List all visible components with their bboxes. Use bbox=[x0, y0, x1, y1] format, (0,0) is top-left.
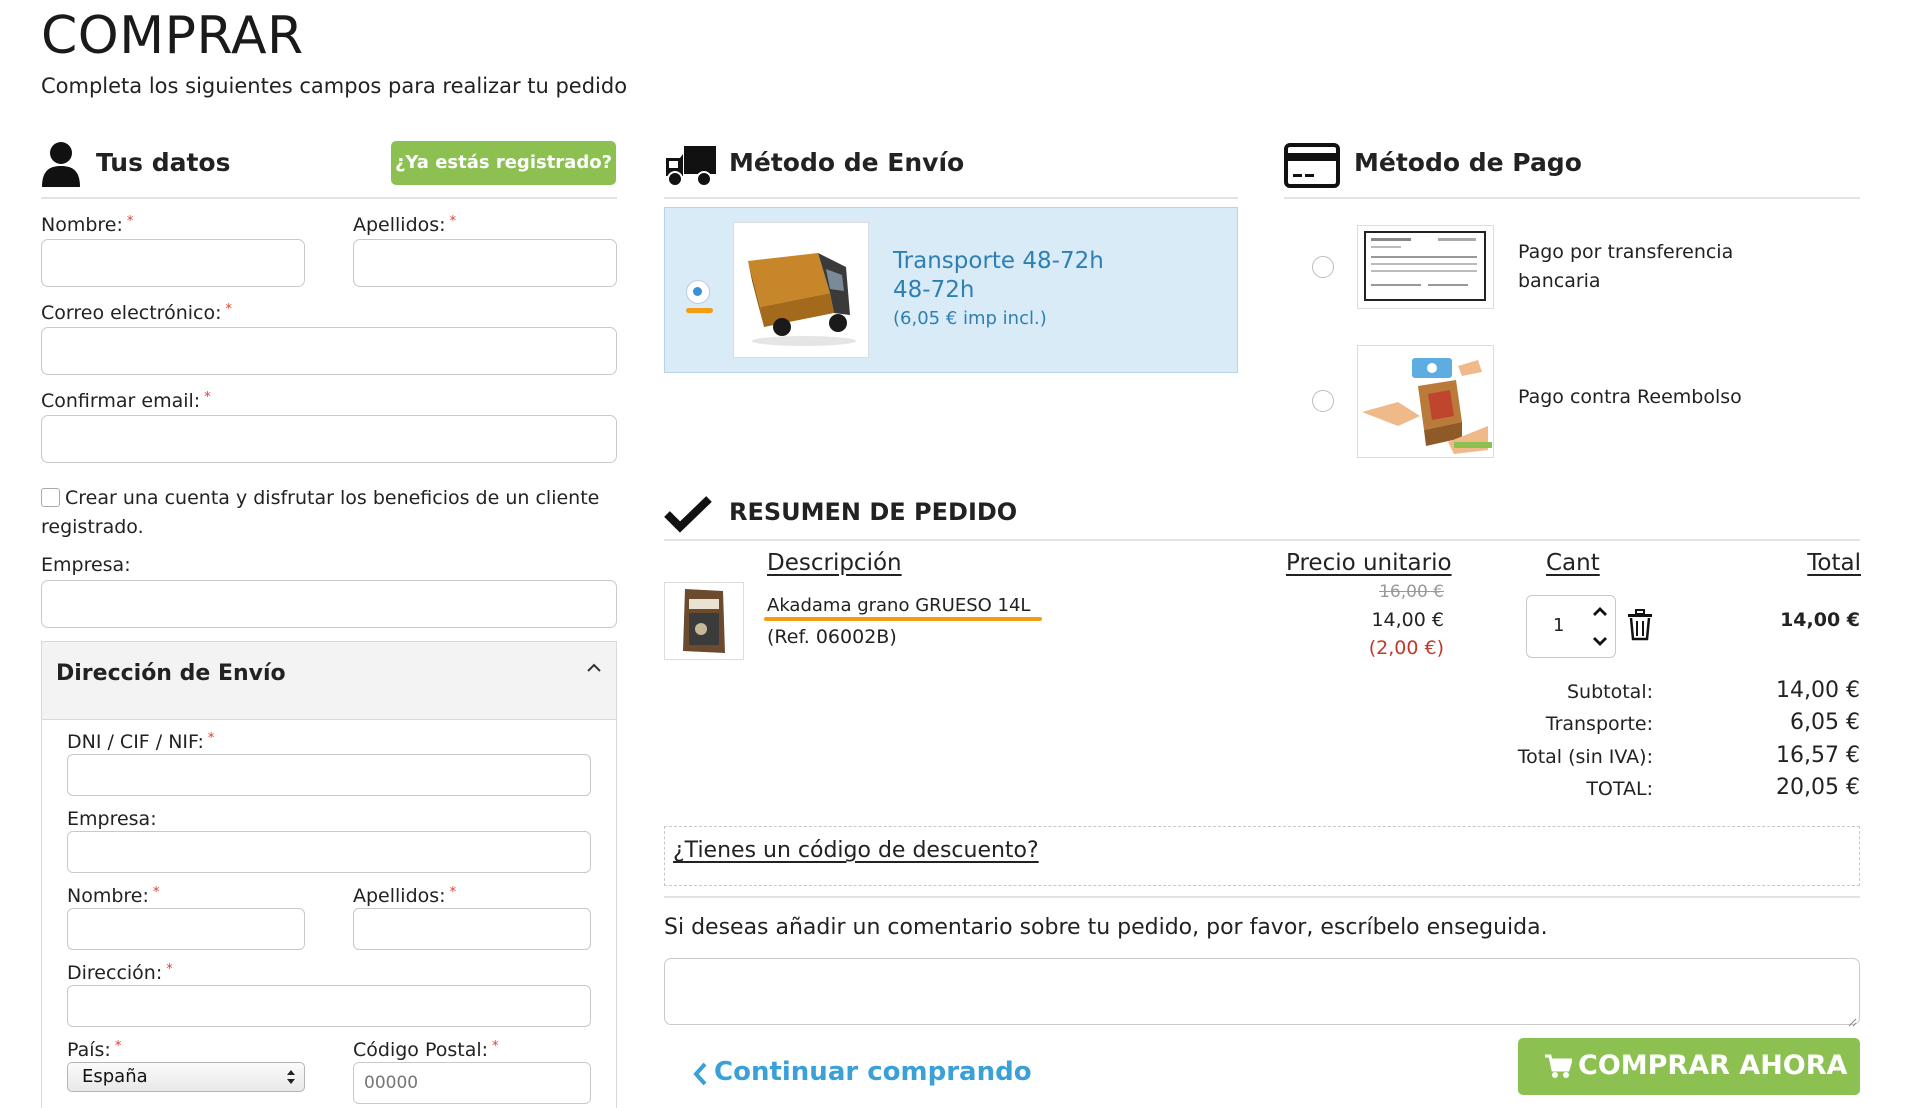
dir-empresa-label: Empresa: bbox=[67, 808, 157, 830]
email-label: Correo electrónico: * bbox=[41, 302, 232, 324]
product-discount: (2,00 €) bbox=[1368, 637, 1444, 659]
dir-apellidos-field[interactable] bbox=[353, 908, 591, 950]
resumen-divider bbox=[664, 539, 1860, 541]
checkmark-icon bbox=[664, 494, 712, 534]
chevron-down-icon[interactable] bbox=[1588, 629, 1612, 653]
shipping-option-time: 48-72h bbox=[893, 277, 975, 303]
chevron-left-icon[interactable] bbox=[691, 1060, 709, 1088]
truck-image bbox=[733, 222, 869, 358]
empresa-field[interactable] bbox=[41, 580, 617, 628]
email-field[interactable] bbox=[41, 327, 617, 375]
quantity-stepper[interactable]: 1 bbox=[1526, 595, 1616, 658]
apellidos-field[interactable] bbox=[353, 239, 617, 287]
subtotal-value: 14,00 € bbox=[1776, 678, 1860, 703]
total-label: TOTAL: bbox=[1586, 778, 1653, 800]
trash-icon[interactable] bbox=[1626, 609, 1654, 641]
col-total[interactable]: Total bbox=[1807, 550, 1861, 576]
create-account-label: Crear una cuenta y disfrutar los benefic… bbox=[41, 487, 600, 538]
transfer-radio[interactable] bbox=[1312, 256, 1334, 278]
select-arrows-icon bbox=[286, 1067, 296, 1087]
col-descripcion[interactable]: Descripción bbox=[767, 550, 902, 576]
dir-empresa-field[interactable] bbox=[67, 831, 591, 873]
pais-label: País: * bbox=[67, 1039, 122, 1061]
dni-field[interactable] bbox=[67, 754, 591, 796]
dni-label: DNI / CIF / NIF: * bbox=[67, 731, 215, 753]
dir-apellidos-label: Apellidos: * bbox=[353, 885, 457, 907]
empresa-label: Empresa: bbox=[41, 554, 131, 576]
cp-field[interactable] bbox=[353, 1062, 591, 1104]
confirm-email-label: Confirmar email: * bbox=[41, 390, 211, 412]
user-icon bbox=[41, 141, 81, 187]
product-name-link[interactable]: Akadama grano GRUESO 14L bbox=[767, 595, 1030, 616]
total-sin-iva-label: Total (sin IVA): bbox=[1517, 746, 1653, 768]
chevron-up-icon[interactable] bbox=[1588, 600, 1612, 624]
confirm-email-field[interactable] bbox=[41, 415, 617, 463]
subtotal-label: Subtotal: bbox=[1566, 681, 1653, 703]
envio-divider bbox=[664, 197, 1238, 199]
cash-on-delivery-image bbox=[1357, 345, 1494, 458]
col-cant[interactable]: Cant bbox=[1546, 550, 1600, 576]
pago-divider bbox=[1284, 197, 1860, 199]
total-sin-iva-value: 16,57 € bbox=[1776, 743, 1860, 768]
page-title: COMPRAR bbox=[41, 6, 304, 66]
bank-transfer-image bbox=[1357, 225, 1494, 309]
dir-nombre-field[interactable] bbox=[67, 908, 305, 950]
tus-datos-title: Tus datos bbox=[96, 148, 231, 177]
selected-marker bbox=[686, 308, 713, 313]
shipping-radio[interactable] bbox=[686, 280, 710, 304]
cod-radio[interactable] bbox=[1312, 390, 1334, 412]
dir-nombre-label: Nombre: * bbox=[67, 885, 160, 907]
col-precio[interactable]: Precio unitario bbox=[1286, 550, 1452, 576]
direccion-field[interactable] bbox=[67, 985, 591, 1027]
apellidos-label: Apellidos: * bbox=[353, 214, 457, 236]
page-subtitle: Completa los siguientes campos para real… bbox=[41, 74, 628, 98]
shipping-option-price: (6,05 € imp incl.) bbox=[893, 308, 1047, 329]
comment-divider bbox=[664, 896, 1860, 898]
transporte-value: 6,05 € bbox=[1790, 710, 1860, 735]
cp-label: Código Postal: * bbox=[353, 1039, 499, 1061]
product-thumbnail[interactable] bbox=[664, 582, 744, 660]
resumen-title: RESUMEN DE PEDIDO bbox=[729, 498, 1018, 526]
nombre-label: Nombre: * bbox=[41, 214, 134, 236]
shipping-option-name: Transporte 48-72h bbox=[893, 248, 1104, 274]
chevron-up-icon[interactable] bbox=[585, 660, 603, 674]
quantity-value: 1 bbox=[1553, 615, 1565, 636]
already-registered-button[interactable]: ¿Ya estás registrado? bbox=[391, 141, 616, 185]
pago-title: Método de Pago bbox=[1354, 148, 1582, 177]
product-old-price: 16,00 € bbox=[1379, 582, 1444, 602]
transporte-label: Transporte: bbox=[1545, 713, 1653, 735]
product-highlight bbox=[764, 617, 1042, 621]
pais-select-value: España bbox=[82, 1066, 148, 1087]
comment-prompt: Si deseas añadir un comentario sobre tu … bbox=[664, 915, 1548, 940]
discount-code-link[interactable]: ¿Tienes un código de descuento? bbox=[673, 838, 1039, 863]
resize-handle-icon[interactable] bbox=[1847, 1012, 1857, 1027]
truck-icon bbox=[664, 144, 716, 188]
buy-now-button[interactable]: COMPRAR AHORA bbox=[1518, 1038, 1860, 1095]
envio-title: Método de Envío bbox=[729, 148, 965, 177]
shopping-cart-icon bbox=[1544, 1053, 1574, 1079]
continue-shopping-link[interactable]: Continuar comprando bbox=[714, 1057, 1032, 1087]
comment-textarea[interactable] bbox=[664, 958, 1860, 1027]
transfer-label: Pago por transferencia bancaria bbox=[1518, 241, 1734, 292]
buy-now-label: COMPRAR AHORA bbox=[1578, 1050, 1848, 1081]
tus-datos-divider bbox=[41, 197, 617, 199]
credit-card-icon bbox=[1284, 143, 1340, 188]
direccion-label: Dirección: * bbox=[67, 962, 173, 984]
total-value: 20,05 € bbox=[1776, 775, 1860, 800]
nombre-field[interactable] bbox=[41, 239, 305, 287]
shipping-address-title: Dirección de Envío bbox=[56, 661, 286, 686]
product-line-total: 14,00 € bbox=[1780, 609, 1860, 631]
product-price: 14,00 € bbox=[1371, 609, 1444, 631]
cod-label: Pago contra Reembolso bbox=[1518, 386, 1742, 408]
pais-select[interactable]: España bbox=[67, 1062, 305, 1092]
product-ref: (Ref. 06002B) bbox=[767, 626, 897, 648]
